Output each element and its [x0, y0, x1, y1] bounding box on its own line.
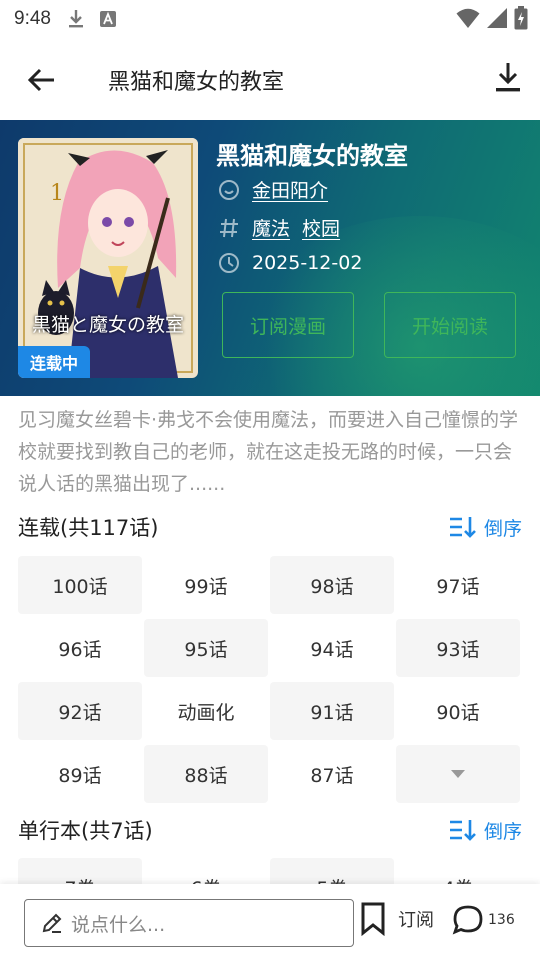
- comic-cover-image[interactable]: 1 黒猫と魔女の教室 连载中: [18, 138, 198, 378]
- chapter-item[interactable]: 动画化: [144, 682, 268, 740]
- chapter-item[interactable]: 100话: [18, 556, 142, 614]
- subscribe-label: 订阅: [398, 910, 434, 931]
- volumes-sort-button[interactable]: 倒序: [448, 817, 522, 844]
- serial-section-header: 连载(共117话) 倒序: [18, 512, 522, 542]
- comment-placeholder: 说点什么...: [71, 913, 166, 936]
- chapter-item[interactable]: 93话: [396, 619, 520, 677]
- chapter-item[interactable]: 91话: [270, 682, 394, 740]
- update-date: 2025-12-02: [252, 252, 363, 274]
- chapter-item[interactable]: 98话: [270, 556, 394, 614]
- tags-row: 魔法 校园: [218, 214, 340, 241]
- status-notifications: [67, 9, 117, 29]
- bookmark-icon: [361, 902, 385, 936]
- tag-magic[interactable]: 魔法: [252, 214, 290, 241]
- subscribe-button[interactable]: 订阅: [360, 902, 434, 936]
- wifi-icon: [456, 8, 480, 28]
- cover-art: 1: [18, 138, 198, 378]
- status-bar: 9:48: [0, 0, 540, 38]
- status-time: 9:48: [14, 8, 51, 29]
- back-arrow-icon[interactable]: [26, 64, 58, 96]
- volumes-section-header: 单行本(共7话) 倒序: [18, 815, 522, 845]
- clock-icon: [218, 252, 240, 274]
- chapter-item[interactable]: 90话: [396, 682, 520, 740]
- author-row: 金田阳介: [218, 176, 328, 203]
- download-icon[interactable]: [492, 60, 524, 96]
- status-badge: 连载中: [18, 346, 91, 378]
- author-icon: [218, 179, 240, 201]
- status-system-icons: [456, 6, 528, 30]
- page-title: 黑猫和魔女的教室: [108, 70, 285, 95]
- volumes-sort-label: 倒序: [483, 820, 522, 843]
- download-notification-icon: [68, 10, 83, 28]
- author-link[interactable]: 金田阳介: [252, 176, 328, 203]
- comment-input[interactable]: 说点什么...: [24, 899, 354, 947]
- chapter-item[interactable]: 87话: [270, 745, 394, 803]
- chevron-down-icon: [451, 770, 465, 778]
- hashtag-icon: [218, 217, 240, 239]
- date-row: 2025-12-02: [218, 252, 362, 274]
- chapter-item[interactable]: 94话: [270, 619, 394, 677]
- subscribe-comic-button[interactable]: 订阅漫画: [222, 292, 354, 358]
- top-app-bar: 黑猫和魔女的教室: [0, 38, 540, 120]
- volumes-title: 单行本(共7话): [18, 819, 153, 843]
- serial-sort-button[interactable]: 倒序: [448, 514, 522, 541]
- chapter-item[interactable]: 97话: [396, 556, 520, 614]
- start-reading-button[interactable]: 开始阅读: [384, 292, 516, 358]
- bottom-action-bar: 说点什么... 订阅 136: [0, 884, 540, 960]
- chapter-item[interactable]: 95话: [144, 619, 268, 677]
- svg-text:1: 1: [50, 181, 64, 206]
- comment-bubble-icon: [452, 905, 483, 935]
- comic-description[interactable]: 见习魔女丝碧卡·弗戈不会使用魔法，而要进入自己憧憬的学校就要找到教自己的老师，就…: [18, 404, 524, 500]
- expand-chapters-button[interactable]: [396, 745, 520, 803]
- pencil-icon: [42, 913, 62, 933]
- chapter-item[interactable]: 99话: [144, 556, 268, 614]
- comments-button[interactable]: 136: [452, 904, 515, 936]
- app-notification-icon: [99, 11, 116, 27]
- sort-icon: [449, 517, 476, 538]
- cover-title-text: 黒猫と魔女の教室: [31, 314, 184, 336]
- cell-signal-icon: [487, 8, 507, 28]
- chapter-grid: 100话 99话 98话 97话 96话 95话 94话 93话 92话 动画化…: [18, 556, 522, 803]
- sort-icon: [449, 820, 476, 841]
- comic-title: 黑猫和魔女的教室: [216, 142, 408, 170]
- chapter-item[interactable]: 88话: [144, 745, 268, 803]
- chapter-item[interactable]: 92话: [18, 682, 142, 740]
- tag-campus[interactable]: 校园: [302, 214, 340, 241]
- chapter-item[interactable]: 96话: [18, 619, 142, 677]
- serial-title: 连载(共117话): [18, 516, 159, 540]
- chapter-item[interactable]: 89话: [18, 745, 142, 803]
- serial-sort-label: 倒序: [483, 517, 522, 540]
- comment-count: 136: [488, 912, 515, 928]
- battery-icon: [514, 6, 528, 30]
